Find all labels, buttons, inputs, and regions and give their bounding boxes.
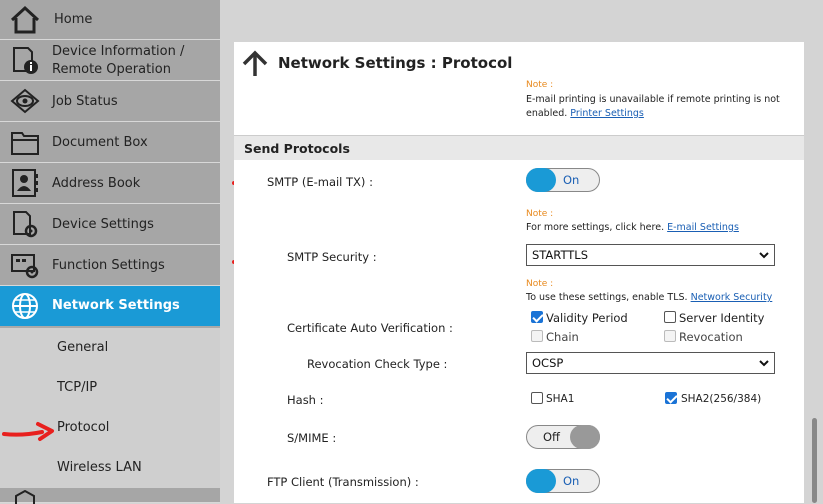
eye-icon	[10, 88, 40, 114]
smtp-toggle[interactable]: On	[526, 168, 600, 192]
nav-function-settings[interactable]: Function Settings	[0, 245, 220, 286]
home-icon	[10, 5, 40, 34]
section-title: Send Protocols	[244, 141, 350, 156]
back-up-arrow-icon[interactable]	[240, 49, 270, 79]
sha1-label: SHA1	[546, 393, 575, 405]
section-header: Send Protocols	[234, 135, 804, 160]
subnav-label: General	[57, 340, 109, 355]
nav-label: Network Settings	[52, 298, 180, 313]
hash-label: Hash :	[287, 393, 324, 407]
subnav-general[interactable]: General	[0, 328, 220, 368]
revocation-check-select[interactable]: OCSP	[526, 352, 775, 374]
nav-address-book[interactable]: Address Book	[0, 163, 220, 204]
nav-label: Function Settings	[52, 258, 165, 273]
nav-label: Device Settings	[52, 217, 154, 232]
nav-device-info[interactable]: Device Information / Remote Operation	[0, 40, 220, 81]
folder-icon	[11, 132, 39, 155]
smtp-security-select[interactable]: STARTTLS	[526, 244, 775, 266]
note-label: Note :	[526, 209, 554, 219]
server-identity-label: Server Identity	[679, 311, 765, 325]
ftp-client-toggle[interactable]: On	[526, 469, 600, 493]
address-book-icon	[12, 169, 38, 197]
select-value: OCSP	[532, 356, 564, 370]
sha2-label: SHA2(256/384)	[681, 393, 762, 405]
note-text: E-mail printing is unavailable if remote…	[526, 94, 780, 105]
device-settings-icon	[13, 211, 38, 238]
nav-device-settings[interactable]: Device Settings	[0, 204, 220, 245]
nav-document-box[interactable]: Document Box	[0, 122, 220, 163]
validity-period-checkbox[interactable]	[531, 311, 543, 323]
nav-next[interactable]	[0, 488, 220, 504]
ftp-client-label: FTP Client (Transmission) :	[267, 475, 419, 489]
note-label: Note :	[526, 80, 554, 90]
nav-label: Address Book	[52, 176, 141, 191]
note-text: For more settings, click here. E-mail Se…	[526, 222, 739, 233]
smime-label: S/MIME :	[287, 431, 337, 445]
nav-label: Job Status	[52, 94, 118, 109]
toggle-state: On	[563, 173, 580, 187]
function-settings-icon	[11, 254, 39, 279]
page-title: Network Settings : Protocol	[278, 54, 513, 72]
subnav-tcpip[interactable]: TCP/IP	[0, 368, 220, 408]
scrollbar[interactable]	[812, 418, 817, 503]
email-settings-link[interactable]: E-mail Settings	[667, 222, 739, 233]
subnav-label: TCP/IP	[57, 380, 98, 395]
subnav-wireless-lan[interactable]: Wireless LAN	[0, 448, 220, 488]
revocation-label: Revocation	[679, 330, 743, 344]
revocation-check-label: Revocation Check Type :	[307, 357, 448, 371]
nav-network-settings[interactable]: Network Settings	[0, 286, 220, 326]
toggle-state: On	[563, 474, 580, 488]
smtp-security-label: SMTP Security :	[287, 250, 377, 264]
subnav-label: Wireless LAN	[57, 460, 142, 475]
smtp-label: SMTP (E-mail TX) :	[267, 175, 373, 189]
note-text-2: enabled. Printer Settings	[526, 108, 644, 119]
nav-label: Document Box	[52, 135, 148, 150]
revocation-checkbox[interactable]	[664, 330, 676, 342]
nav-label: Home	[54, 12, 93, 27]
smime-toggle[interactable]: Off	[526, 425, 600, 449]
toggle-state: Off	[543, 430, 560, 444]
nav-job-status[interactable]: Job Status	[0, 81, 220, 122]
sha1-checkbox[interactable]	[531, 392, 543, 404]
printer-settings-link[interactable]: Printer Settings	[570, 108, 644, 119]
subnav-label: Protocol	[57, 420, 110, 435]
nav-label: Device Information / Remote Operation	[52, 44, 185, 77]
cert-auto-label: Certificate Auto Verification :	[287, 321, 453, 335]
chain-label: Chain	[546, 330, 579, 344]
sha2-checkbox[interactable]	[665, 392, 677, 404]
note-label: Note :	[526, 279, 554, 289]
chevron-down-icon	[759, 252, 769, 259]
network-security-link[interactable]: Network Security	[691, 292, 773, 303]
nav-home[interactable]: Home	[0, 0, 220, 40]
globe-icon	[12, 293, 38, 319]
annotation-arrow-icon	[2, 422, 54, 441]
server-identity-checkbox[interactable]	[664, 311, 676, 323]
validity-period-label: Validity Period	[546, 311, 628, 325]
device-info-icon	[13, 47, 38, 74]
select-value: STARTTLS	[532, 248, 589, 262]
shield-icon	[15, 490, 35, 504]
note-text: To use these settings, enable TLS. Netwo…	[526, 292, 773, 303]
chain-checkbox[interactable]	[531, 330, 543, 342]
chevron-down-icon	[759, 360, 769, 367]
